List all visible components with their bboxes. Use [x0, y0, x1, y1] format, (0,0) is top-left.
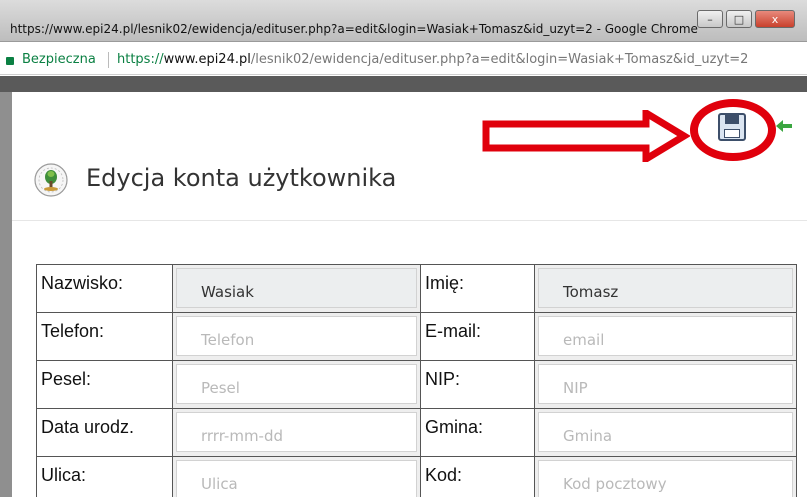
postcode-label: Kod:: [420, 456, 535, 497]
address-separator: [108, 52, 109, 68]
url-text[interactable]: https://www.epi24.pl/lesnik02/ewidencja/…: [117, 52, 748, 67]
page-topbar: [0, 76, 807, 92]
lastname-field[interactable]: Wasiak: [176, 268, 417, 308]
pesel-label: Pesel:: [36, 360, 173, 409]
url-scheme: https://: [117, 52, 164, 67]
secure-label: Bezpieczna: [22, 52, 96, 67]
birthdate-field[interactable]: rrrr-mm-dd: [176, 412, 417, 452]
maximize-button[interactable]: □: [726, 10, 752, 28]
email-field[interactable]: email: [538, 316, 793, 356]
form-row: Data urodz. rrrr-mm-dd Gmina: Gmina: [36, 408, 797, 457]
window-controls: – □ x: [697, 10, 795, 28]
street-field[interactable]: Ulica: [176, 460, 417, 497]
pesel-field[interactable]: Pesel: [176, 364, 417, 404]
annotation-circle: [690, 99, 776, 161]
back-arrow-icon[interactable]: [774, 116, 794, 136]
address-bar[interactable]: Bezpieczna https://www.epi24.pl/lesnik02…: [0, 43, 807, 75]
page-title: Edycja konta użytkownika: [86, 164, 397, 192]
phone-label: Telefon:: [36, 312, 173, 361]
lock-icon: [6, 57, 14, 65]
nip-field[interactable]: NIP: [538, 364, 793, 404]
nip-label: NIP:: [420, 360, 535, 409]
lastname-label: Nazwisko:: [36, 264, 173, 313]
page-left-edge: [0, 92, 12, 497]
user-form-table: Nazwisko: Wasiak Imię: Tomasz Telefon: T…: [36, 264, 797, 497]
birthdate-label: Data urodz.: [36, 408, 173, 457]
street-label: Ulica:: [36, 456, 173, 497]
annotation-arrow-icon: [482, 110, 690, 162]
minimize-button[interactable]: –: [697, 10, 723, 28]
postcode-field[interactable]: Kod pocztowy: [538, 460, 793, 497]
title-divider: [12, 220, 807, 221]
municipality-field[interactable]: Gmina: [538, 412, 793, 452]
app-logo-icon: [34, 163, 68, 197]
form-row: Ulica: Ulica Kod: Kod pocztowy: [36, 456, 797, 497]
window-title: https://www.epi24.pl/lesnik02/ewidencja/…: [10, 22, 698, 36]
url-path: /lesnik02/ewidencja/edituser.php?a=edit&…: [250, 52, 749, 67]
form-row: Pesel: Pesel NIP: NIP: [36, 360, 797, 409]
form-row: Nazwisko: Wasiak Imię: Tomasz: [36, 264, 797, 313]
form-row: Telefon: Telefon E-mail: email: [36, 312, 797, 361]
url-host: www.epi24.pl: [163, 52, 251, 67]
firstname-field[interactable]: Tomasz: [538, 268, 793, 308]
window-titlebar: https://www.epi24.pl/lesnik02/ewidencja/…: [0, 0, 807, 42]
municipality-label: Gmina:: [420, 408, 535, 457]
firstname-label: Imię:: [420, 264, 535, 313]
phone-field[interactable]: Telefon: [176, 316, 417, 356]
close-button[interactable]: x: [755, 10, 795, 28]
email-label: E-mail:: [420, 312, 535, 361]
